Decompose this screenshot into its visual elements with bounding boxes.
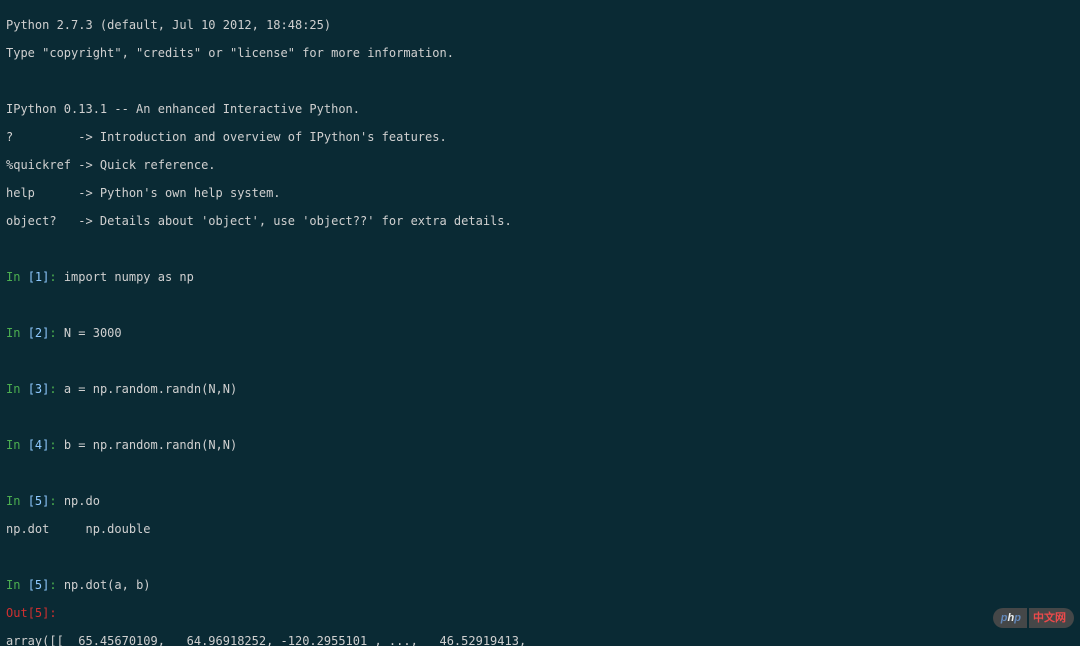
prompt-colon: :: [49, 494, 63, 508]
in-prompt: In: [6, 578, 28, 592]
blank-line: [6, 550, 1074, 564]
in-number: [5]: [28, 578, 50, 592]
python-version-line: Python 2.7.3 (default, Jul 10 2012, 18:4…: [6, 18, 1074, 32]
out-number: [5]: [28, 606, 50, 620]
in-code: np.dot(a, b): [64, 578, 151, 592]
in-number: [1]: [28, 270, 50, 284]
array-output-line: array([[ 65.45670109, 64.96918252, -120.…: [6, 634, 1074, 646]
out-colon: :: [49, 606, 56, 620]
in-2: In [2]: N = 3000: [6, 326, 1074, 340]
blank-line: [6, 74, 1074, 88]
in-3: In [3]: a = np.random.randn(N,N): [6, 382, 1074, 396]
blank-line: [6, 242, 1074, 256]
prompt-colon: :: [49, 438, 63, 452]
in-1: In [1]: import numpy as np: [6, 270, 1074, 284]
in-prompt: In: [6, 326, 28, 340]
ipython-banner-5: object? -> Details about 'object', use '…: [6, 214, 1074, 228]
ipython-banner-4: help -> Python's own help system.: [6, 186, 1074, 200]
ipython-banner-1: IPython 0.13.1 -- An enhanced Interactiv…: [6, 102, 1074, 116]
in-code: N = 3000: [64, 326, 122, 340]
ipython-banner-2: ? -> Introduction and overview of IPytho…: [6, 130, 1074, 144]
in-code: a = np.random.randn(N,N): [64, 382, 237, 396]
in-prompt: In: [6, 494, 28, 508]
prompt-colon: :: [49, 382, 63, 396]
in-number: [4]: [28, 438, 50, 452]
tab-completion-line: np.dot np.double: [6, 522, 1074, 536]
blank-line: [6, 354, 1074, 368]
in-prompt: In: [6, 382, 28, 396]
out-prompt: Out: [6, 606, 28, 620]
blank-line: [6, 466, 1074, 480]
in-5: In [5]: np.dot(a, b): [6, 578, 1074, 592]
watermark-letter: p: [1001, 611, 1008, 625]
in-code: np.do: [64, 494, 100, 508]
prompt-colon: :: [49, 270, 63, 284]
watermark-php-icon: php: [993, 608, 1027, 628]
prompt-colon: :: [49, 578, 63, 592]
out-5-prompt: Out[5]:: [6, 606, 1074, 620]
ipython-terminal[interactable]: Python 2.7.3 (default, Jul 10 2012, 18:4…: [0, 0, 1080, 646]
in-code: b = np.random.randn(N,N): [64, 438, 237, 452]
blank-line: [6, 298, 1074, 312]
in-code: import numpy as np: [64, 270, 194, 284]
in-4: In [4]: b = np.random.randn(N,N): [6, 438, 1074, 452]
python-info-line: Type "copyright", "credits" or "license"…: [6, 46, 1074, 60]
ipython-banner-3: %quickref -> Quick reference.: [6, 158, 1074, 172]
in-number: [3]: [28, 382, 50, 396]
watermark-letter: p: [1014, 611, 1021, 625]
in-5-partial: In [5]: np.do: [6, 494, 1074, 508]
in-prompt: In: [6, 270, 28, 284]
in-prompt: In: [6, 438, 28, 452]
watermark-badge: php 中文网: [993, 608, 1074, 628]
watermark-text: 中文网: [1029, 608, 1074, 628]
in-number: [2]: [28, 326, 50, 340]
prompt-colon: :: [49, 326, 63, 340]
in-number: [5]: [28, 494, 50, 508]
blank-line: [6, 410, 1074, 424]
